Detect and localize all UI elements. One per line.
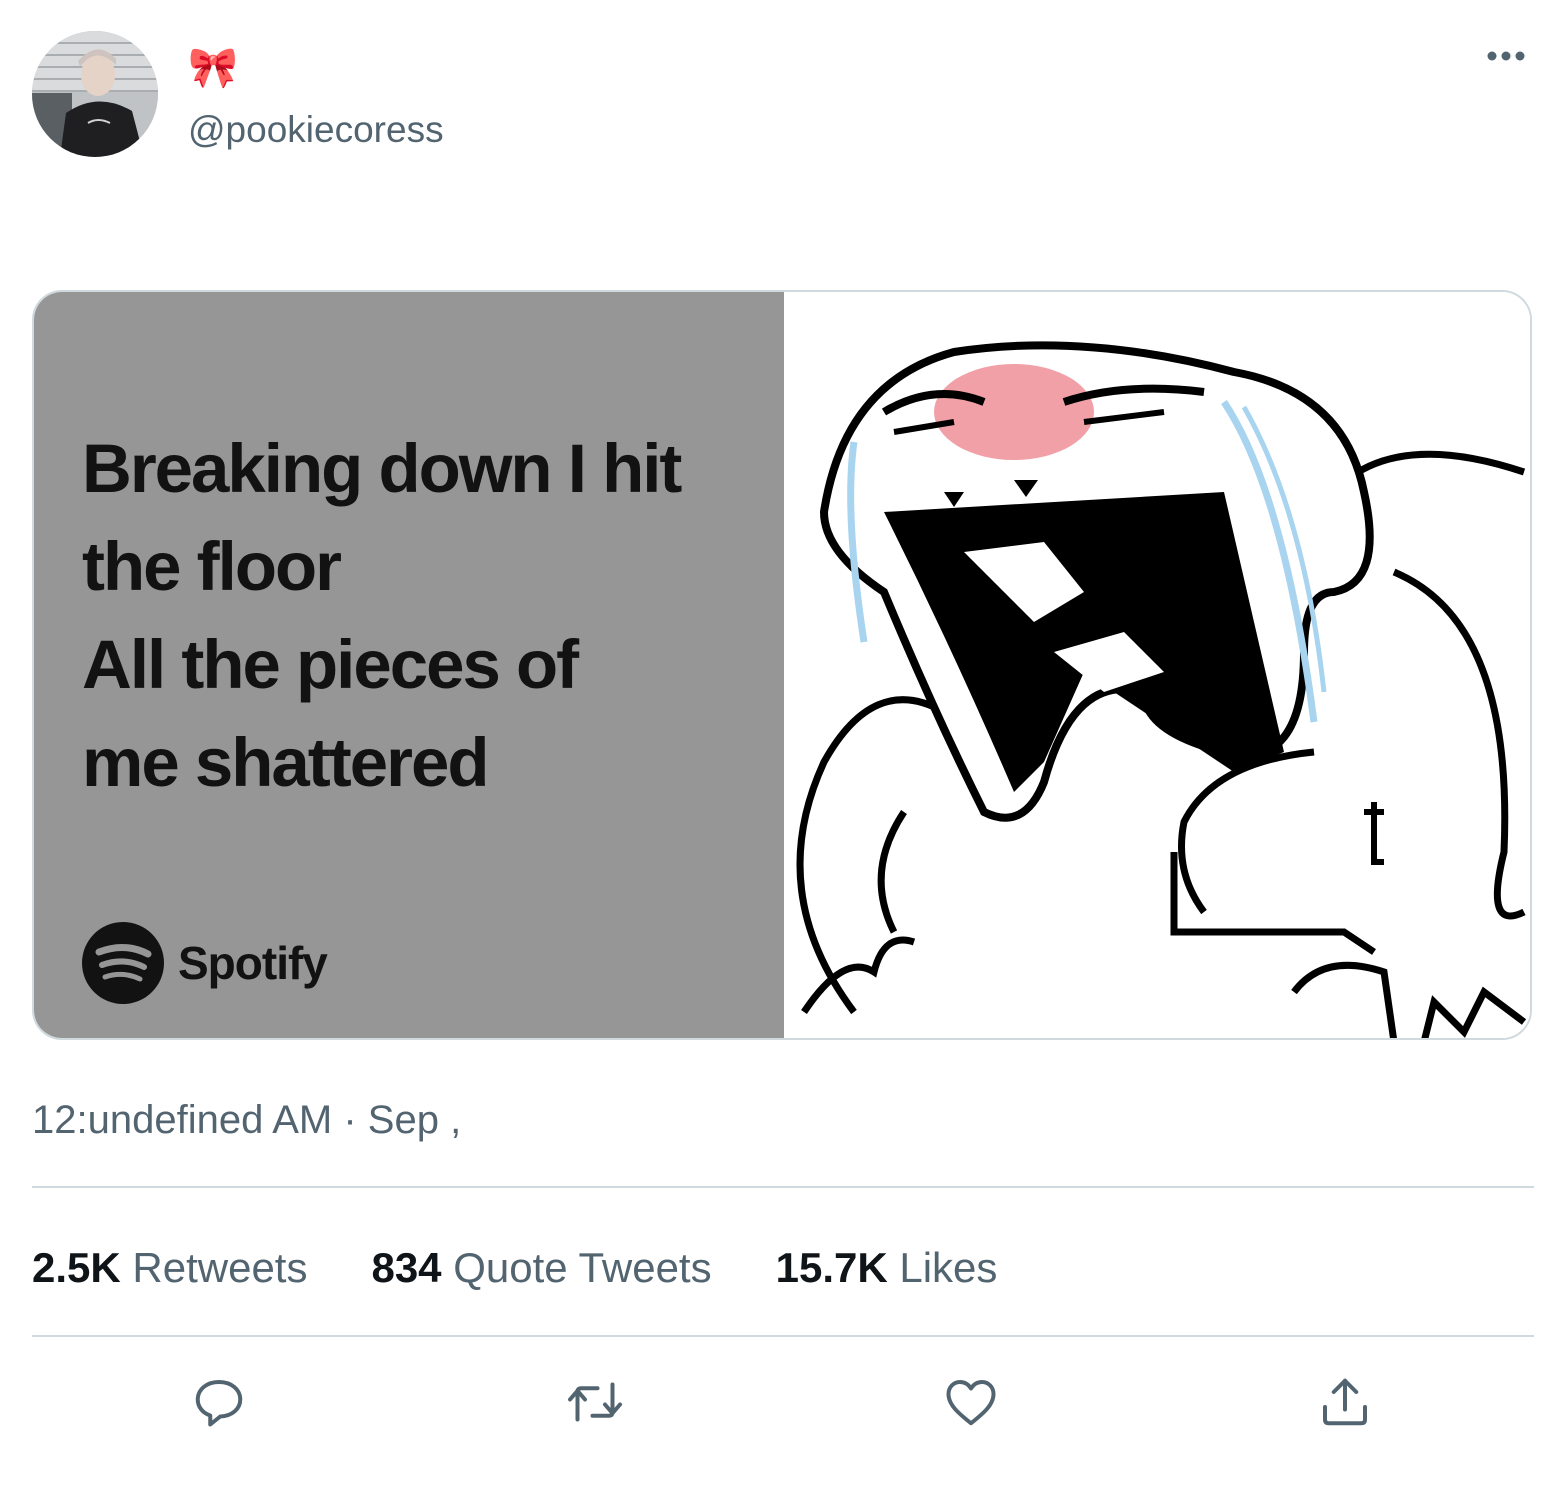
quote-tweets-count: 834: [371, 1244, 442, 1291]
retweets-count: 2.5K: [32, 1244, 121, 1291]
stat-quote-tweets[interactable]: 834 Quote Tweets: [371, 1242, 711, 1294]
spotify-wordmark: Spotify: [178, 937, 328, 989]
more-options-button[interactable]: [1478, 36, 1534, 76]
retweets-label: Retweets: [132, 1244, 308, 1291]
like-button[interactable]: [941, 1372, 1001, 1432]
author-display-name[interactable]: 🎀: [188, 44, 238, 92]
likes-label: Likes: [899, 1244, 998, 1291]
tweet-timestamp[interactable]: 12:undefined AM · Sep ,: [32, 1095, 461, 1145]
author-avatar[interactable]: [32, 31, 158, 157]
tweet-stats: 2.5K Retweets 834 Quote Tweets 15.7K Lik…: [32, 1242, 1061, 1294]
stat-retweets[interactable]: 2.5K Retweets: [32, 1242, 307, 1294]
author-handle[interactable]: @pookiecoress: [188, 108, 444, 152]
lyrics-card: Breaking down I hit the floor All the pi…: [34, 292, 784, 1038]
retweet-button[interactable]: [565, 1372, 625, 1432]
spotify-brand: Spotify: [82, 922, 328, 1004]
lyric-line: All the pieces of: [82, 626, 579, 703]
lyric-line: me shattered: [82, 724, 490, 801]
share-icon: [1323, 1378, 1367, 1426]
quote-tweets-label: Quote Tweets: [453, 1244, 712, 1291]
reply-icon: [195, 1380, 243, 1427]
stat-likes[interactable]: 15.7K Likes: [776, 1242, 998, 1294]
spotify-logo-icon: [82, 922, 164, 1004]
retweet-icon: [568, 1382, 622, 1422]
lyrics-text: Breaking down I hit the floor All the pi…: [82, 420, 762, 812]
crying-meme-image: [784, 292, 1530, 1038]
likes-count: 15.7K: [775, 1244, 888, 1291]
more-horizontal-icon: [1487, 51, 1525, 61]
divider: [32, 1335, 1534, 1337]
share-button[interactable]: [1315, 1372, 1375, 1432]
divider: [32, 1186, 1534, 1188]
tweet-media[interactable]: Breaking down I hit the floor All the pi…: [32, 290, 1532, 1040]
lyric-line: the floor: [82, 528, 342, 605]
lyric-line: Breaking down I hit: [82, 430, 682, 507]
like-icon: [946, 1380, 996, 1426]
reply-button[interactable]: [189, 1372, 249, 1432]
